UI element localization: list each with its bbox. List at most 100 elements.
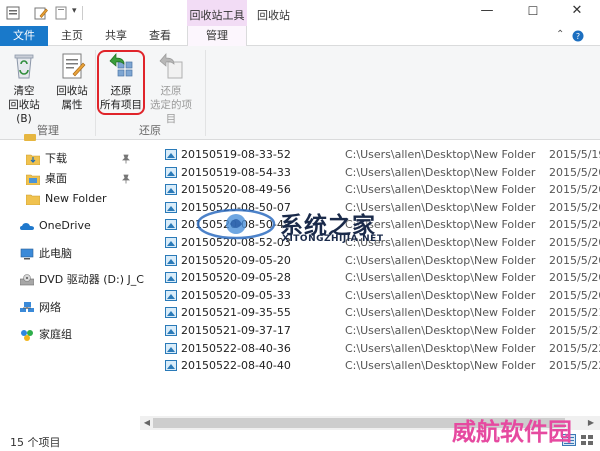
file-row[interactable]: 20150519-08-33-52 C:\Users\allen\Desktop… [160, 146, 600, 163]
file-date-deleted: 2015/5/20 [549, 165, 600, 179]
file-name: 20150520-08-49-56 [181, 183, 291, 197]
file-date-deleted: 2015/5/20 [549, 236, 600, 249]
nav-item-label: OneDrive [39, 219, 91, 232]
help-icon[interactable]: ? [572, 30, 584, 42]
file-row[interactable]: 20150521-09-35-55 C:\Users\allen\Desktop… [160, 304, 600, 321]
highlight-annotation [97, 50, 145, 115]
image-file-icon [165, 342, 177, 354]
image-file-icon [165, 325, 177, 336]
file-date-deleted: 2015/5/21 [549, 306, 600, 320]
pin-icon[interactable] [121, 174, 131, 184]
scroll-left-arrow-icon[interactable]: ◀ [142, 418, 152, 428]
close-button[interactable]: ✕ [554, 0, 600, 24]
image-file-icon [165, 360, 177, 372]
nav-item-label: 下载 [45, 152, 67, 165]
download-folder-icon [26, 154, 40, 165]
file-date-deleted: 2015/5/19 [549, 148, 600, 161]
image-file-icon [165, 219, 177, 231]
file-row[interactable]: 20150521-09-37-17 C:\Users\allen\Desktop… [160, 322, 600, 339]
image-file-icon [165, 272, 177, 284]
minimize-button[interactable]: — [464, 0, 510, 24]
file-date-deleted: 2015/5/22 [549, 359, 600, 373]
file-original-location: C:\Users\allen\Desktop\New Folder [345, 165, 536, 179]
navigation-pane: 下载 桌面 New Folder OneDrive 此电脑 DVD 驱动器 (D… [0, 134, 144, 426]
desktop-folder-icon [26, 174, 40, 185]
tab-home[interactable]: 主页 [52, 26, 92, 46]
tab-share[interactable]: 共享 [96, 26, 136, 46]
customize-qat-icon[interactable]: ▾ [72, 6, 77, 16]
file-name: 20150520-09-05-20 [181, 253, 291, 267]
tool-group-label: 回收站工具 [189, 9, 245, 22]
pin-icon[interactable] [121, 154, 131, 164]
large-icons-view-icon[interactable] [580, 434, 594, 446]
file-original-location: C:\Users\allen\Desktop\New Folder [345, 183, 536, 197]
file-row[interactable]: 20150520-09-05-28 C:\Users\allen\Desktop… [160, 269, 600, 286]
file-name: 20150522-08-40-36 [181, 341, 291, 355]
collapse-ribbon-icon[interactable]: ⌃ [556, 29, 564, 40]
file-row[interactable]: 20150520-09-05-20 C:\Users\allen\Desktop… [160, 252, 600, 269]
tab-file[interactable]: 文件 [0, 26, 48, 46]
title-bar: ▾ 回收站工具 回收站 — ☐ ✕ [0, 0, 600, 26]
group-label-restore: 还原 [139, 124, 161, 137]
file-name: 20150521-09-37-17 [181, 324, 291, 337]
edit-quick-icon[interactable] [34, 6, 48, 20]
empty-bin-label-line1: 清空 [13, 85, 35, 97]
window-title: 回收站 [257, 9, 290, 22]
properties-icon [62, 53, 86, 79]
ribbon: 清空 回收站(B) 回收站 属性 还原 所有项目 还原 选定的项目 管理 还原 [0, 46, 600, 140]
scroll-right-arrow-icon[interactable]: ▶ [586, 418, 596, 428]
file-name: 20150520-09-05-28 [181, 271, 291, 285]
new-folder-quick-icon[interactable] [54, 6, 68, 20]
recycle-bin-properties-button[interactable]: 回收站 属性 [50, 48, 94, 114]
quick-access-partial-item[interactable] [24, 134, 74, 142]
image-file-icon [165, 254, 177, 266]
file-original-location: C:\Users\allen\Desktop\New Folder [345, 324, 536, 337]
file-original-location: C:\Users\allen\Desktop\New Folder [345, 253, 536, 267]
image-file-icon [165, 184, 177, 196]
image-file-icon [165, 307, 177, 319]
file-name: 20150519-08-33-52 [181, 148, 291, 161]
nav-item-label: 网络 [39, 301, 61, 314]
homegroup-icon [21, 330, 33, 341]
file-date-deleted: 2015/5/20 [549, 253, 600, 267]
ribbon-group-separator [95, 50, 96, 136]
file-original-location: C:\Users\allen\Desktop\New Folder [345, 148, 536, 161]
qat-separator [82, 6, 83, 20]
file-name: 20150522-08-40-40 [181, 359, 291, 373]
file-original-location: C:\Users\allen\Desktop\New Folder [345, 306, 536, 320]
nav-item-label: 此电脑 [39, 247, 72, 260]
file-date-deleted: 2015/5/22 [549, 341, 600, 355]
file-row[interactable]: 20150522-08-40-36 C:\Users\allen\Desktop… [160, 340, 600, 357]
svg-text:?: ? [576, 32, 580, 41]
watermark-site-url: XITONGZHIJIA.NET [282, 234, 384, 244]
maximize-button[interactable]: ☐ [510, 0, 556, 24]
tab-manage[interactable]: 管理 [187, 26, 247, 47]
nav-item-label: 家庭组 [39, 328, 72, 341]
image-file-icon [165, 149, 177, 160]
file-original-location: C:\Users\allen\Desktop\New Folder [345, 341, 536, 355]
file-original-location: C:\Users\allen\Desktop\New Folder [345, 359, 536, 373]
file-row[interactable]: 20150519-08-54-33 C:\Users\allen\Desktop… [160, 164, 600, 181]
restore-selected-items-button[interactable]: 还原 选定的项目 [145, 48, 197, 125]
file-row[interactable]: 20150520-08-49-56 C:\Users\allen\Desktop… [160, 181, 600, 198]
file-row[interactable]: 20150522-08-40-40 C:\Users\allen\Desktop… [160, 357, 600, 374]
image-file-icon [165, 289, 177, 301]
empty-recycle-bin-button[interactable]: 清空 回收站(B) [2, 48, 46, 125]
file-date-deleted: 2015/5/20 [549, 183, 600, 197]
recycle-bin-icon [14, 54, 34, 79]
nav-item-label: 桌面 [45, 172, 67, 185]
image-file-icon [165, 166, 177, 178]
file-name: 20150519-08-54-33 [181, 165, 291, 179]
tab-view[interactable]: 查看 [140, 26, 180, 46]
nav-item-label: DVD 驱动器 (D:) J_C [39, 273, 144, 286]
file-original-location: C:\Users\allen\Desktop\New Folder [345, 288, 536, 302]
network-icon [20, 302, 34, 312]
properties-quick-icon[interactable] [6, 6, 20, 20]
file-row[interactable]: 20150520-09-05-33 C:\Users\allen\Desktop… [160, 287, 600, 304]
file-name: 20150521-09-35-55 [181, 306, 291, 320]
file-date-deleted: 2015/5/21 [549, 324, 600, 337]
recycle-bin-tools-group: 回收站工具 [187, 0, 247, 26]
folder-icon [26, 194, 40, 205]
file-date-deleted: 2015/5/20 [549, 271, 600, 285]
nav-item-label: New Folder [45, 192, 107, 205]
